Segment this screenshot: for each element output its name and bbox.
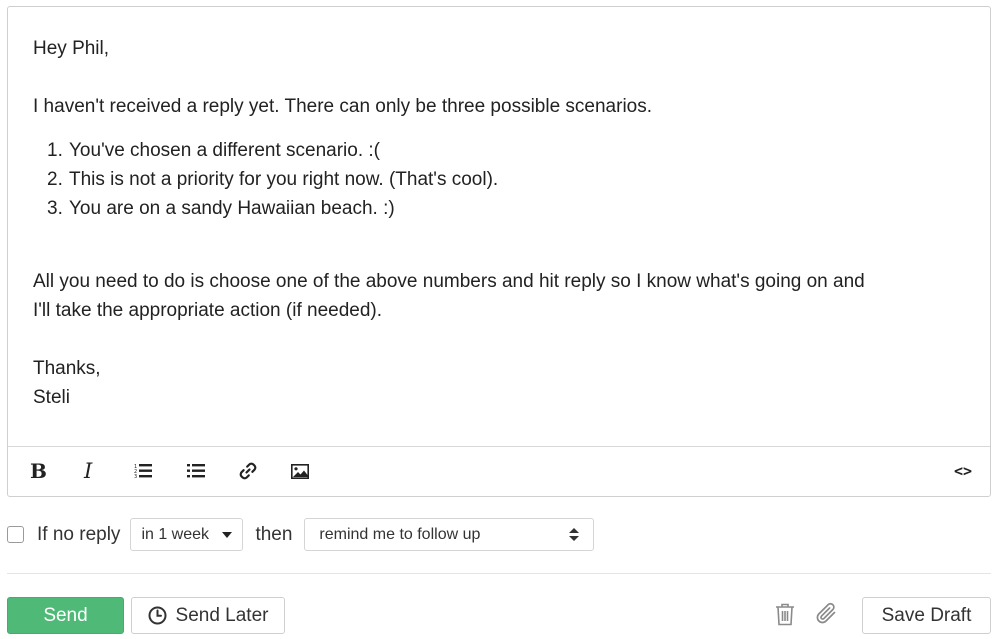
email-body[interactable]: Hey Phil, I haven't received a reply yet…	[33, 34, 970, 412]
bold-icon[interactable]: B	[30, 457, 47, 485]
list-item-number: 2.	[47, 169, 63, 190]
send-later-label: Send Later	[175, 604, 269, 626]
send-button[interactable]: Send	[7, 597, 124, 634]
list-item-text: You've chosen a different scenario. :(	[69, 140, 380, 161]
email-action-line-2: I'll take the appropriate action (if nee…	[33, 300, 383, 321]
email-signoff: Thanks,	[33, 358, 101, 379]
paperclip-icon[interactable]	[815, 601, 841, 632]
scenario-list: 1. You've chosen a different scenario. :(…	[47, 136, 970, 223]
list-item: 2. This is not a priority for you right n…	[47, 165, 970, 194]
if-no-reply-label: If no reply	[37, 523, 121, 545]
select-arrows-icon	[569, 528, 580, 541]
email-action-line-1: All you need to do is choose one of the …	[33, 271, 865, 292]
follow-up-action-value: remind me to follow up	[319, 525, 481, 543]
list-item-text: This is not a priority for you right now…	[69, 169, 499, 190]
unordered-list-icon[interactable]	[187, 457, 205, 485]
svg-text:3: 3	[134, 474, 137, 479]
list-item-number: 1.	[47, 140, 63, 161]
then-label: then	[255, 523, 293, 545]
delay-select[interactable]: in 1 week	[130, 518, 244, 551]
trash-icon[interactable]	[775, 603, 795, 631]
format-toolbar: B I 1 2 3 <>	[8, 446, 990, 496]
send-later-button[interactable]: Send Later	[131, 597, 285, 634]
divider	[7, 573, 991, 574]
list-item: 1. You've chosen a different scenario. :(	[47, 136, 970, 165]
code-icon[interactable]: <>	[954, 457, 972, 485]
list-item-number: 3.	[47, 198, 63, 219]
ordered-list-icon[interactable]: 1 2 3	[134, 457, 152, 485]
follow-up-row: If no reply in 1 week then remind me to …	[7, 518, 595, 551]
follow-up-action-select[interactable]: remind me to follow up	[304, 518, 595, 551]
email-signature: Steli	[33, 387, 70, 408]
email-greeting: Hey Phil,	[33, 38, 110, 59]
save-draft-button[interactable]: Save Draft	[862, 597, 991, 634]
delay-select-value: in 1 week	[141, 525, 210, 543]
clock-icon	[148, 606, 167, 625]
if-no-reply-checkbox[interactable]	[7, 526, 24, 543]
chevron-down-icon	[222, 531, 233, 538]
italic-icon[interactable]: I	[84, 457, 92, 485]
link-icon[interactable]	[239, 457, 257, 485]
list-item-text: You are on a sandy Hawaiian beach. :)	[69, 198, 395, 219]
image-icon[interactable]	[291, 457, 309, 485]
email-intro: I haven't received a reply yet. There ca…	[33, 96, 653, 117]
list-item: 3. You are on a sandy Hawaiian beach. :)	[47, 194, 970, 223]
email-editor[interactable]: Hey Phil, I haven't received a reply yet…	[7, 6, 991, 497]
